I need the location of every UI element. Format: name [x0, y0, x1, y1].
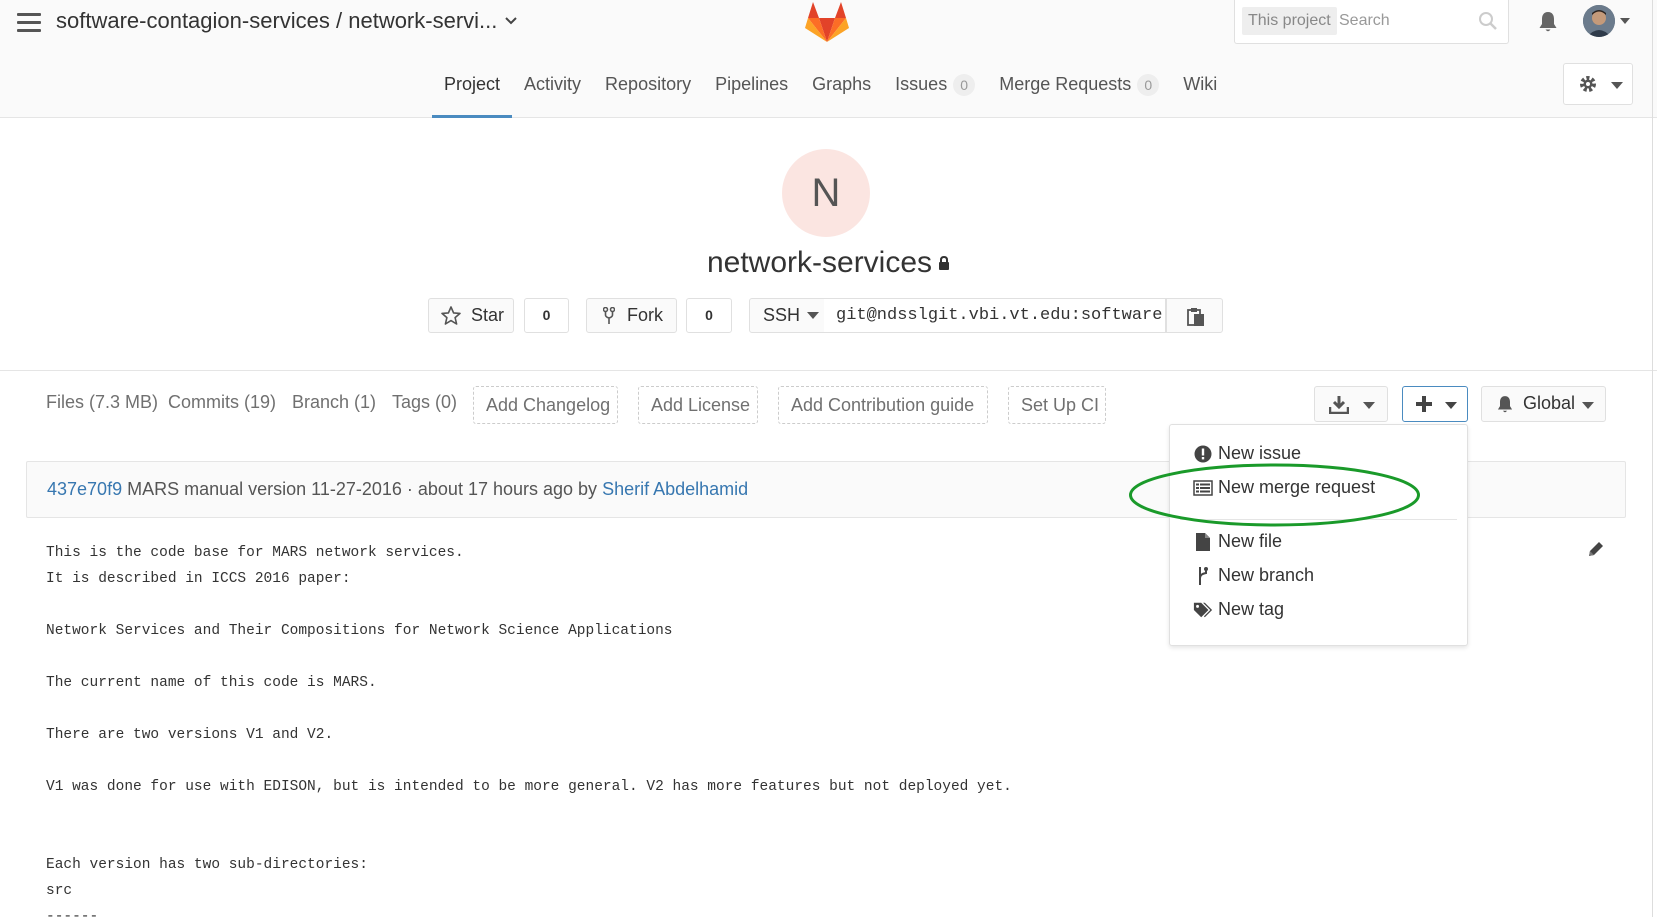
tags-link[interactable]: Tags (0) [392, 392, 457, 413]
fork-count[interactable]: 0 [686, 298, 732, 333]
new-issue-item[interactable]: New issue [1193, 443, 1301, 464]
user-avatar[interactable] [1583, 5, 1615, 37]
tab-graphs[interactable]: Graphs [800, 70, 883, 118]
download-button[interactable] [1314, 386, 1388, 422]
issues-count-badge: 0 [953, 74, 976, 96]
chevron-down-icon [1363, 402, 1375, 409]
project-title: network-services [0, 246, 1657, 280]
new-merge-request-item[interactable]: New merge request [1193, 477, 1375, 498]
branch-link[interactable]: Branch (1) [292, 392, 376, 413]
commits-link[interactable]: Commits (19) [168, 392, 276, 413]
lock-icon [938, 256, 950, 270]
search-icon[interactable] [1478, 11, 1498, 31]
readme-content: This is the code base for MARS network s… [46, 545, 1012, 917]
clone-protocol-label: SSH [763, 305, 801, 325]
star-icon [441, 306, 461, 325]
gear-icon [1578, 74, 1598, 94]
notification-level-button[interactable]: Global [1481, 386, 1606, 422]
chevron-down-icon [1611, 82, 1623, 89]
download-icon [1329, 396, 1349, 414]
chevron-down-icon [1582, 402, 1594, 409]
bell-icon [1495, 394, 1515, 415]
pencil-edit-icon[interactable] [1587, 540, 1605, 558]
commit-author-link[interactable]: Sherif Abdelhamid [602, 479, 748, 499]
tab-issues[interactable]: Issues 0 [883, 70, 987, 118]
branch-icon [1193, 566, 1213, 586]
new-item-button[interactable] [1402, 386, 1468, 422]
tab-repository[interactable]: Repository [593, 70, 703, 118]
tab-merge-requests[interactable]: Merge Requests 0 [987, 70, 1171, 118]
tab-wiki[interactable]: Wiki [1171, 70, 1229, 118]
star-count[interactable]: 0 [524, 298, 569, 333]
tab-activity[interactable]: Activity [512, 70, 593, 118]
fork-button[interactable]: Fork [586, 298, 677, 333]
notification-level-label: Global [1523, 393, 1576, 413]
scrollbar-track[interactable] [1652, 0, 1653, 917]
merge-requests-count-badge: 0 [1137, 74, 1160, 96]
fork-icon [603, 306, 615, 325]
project-avatar: N [782, 149, 870, 237]
project-settings-button[interactable] [1563, 63, 1633, 105]
search-input[interactable] [1339, 7, 1469, 35]
tab-project[interactable]: Project [432, 70, 513, 118]
plus-icon [1416, 396, 1432, 412]
clone-protocol-dropdown[interactable]: SSH [749, 298, 825, 333]
add-contribution-guide-button[interactable]: Add Contribution guide [778, 386, 988, 424]
project-breadcrumb-title[interactable]: software-contagion-services / network-se… [56, 8, 518, 34]
chevron-down-icon [1445, 402, 1457, 409]
star-label: Star [471, 305, 505, 325]
commit-sha-link[interactable]: 437e70f9 [47, 479, 122, 499]
new-tag-item[interactable]: New tag [1193, 599, 1284, 620]
notification-bell-icon[interactable] [1536, 10, 1560, 34]
gitlab-logo[interactable] [804, 0, 850, 44]
file-icon [1193, 532, 1213, 552]
list-alt-icon [1193, 479, 1213, 496]
fork-label: Fork [627, 305, 663, 325]
dropdown-divider [1180, 519, 1457, 520]
star-button[interactable]: Star [428, 298, 514, 333]
tags-icon [1193, 601, 1213, 619]
chevron-down-icon[interactable] [1620, 18, 1630, 24]
commit-summary: 437e70f9 MARS manual version 11-27-2016 … [47, 479, 748, 500]
project-nav: Project Activity Repository Pipelines Gr… [432, 70, 1229, 118]
search-box: This project [1234, 0, 1509, 44]
exclamation-circle-icon [1193, 445, 1213, 463]
search-scope-chip[interactable]: This project [1242, 7, 1337, 35]
breadcrumb-text: software-contagion-services / network-se… [56, 8, 498, 33]
files-link[interactable]: Files (7.3 MB) [46, 392, 158, 413]
commit-message: MARS manual version 11-27-2016 · about 1… [127, 479, 598, 499]
project-name: network-services [706, 246, 933, 279]
setup-ci-button[interactable]: Set Up CI [1008, 386, 1106, 424]
clone-url-field[interactable]: git@ndsslgit.vbi.vt.edu:software- [824, 298, 1166, 333]
chevron-down-icon [505, 17, 518, 25]
tab-pipelines[interactable]: Pipelines [703, 70, 800, 118]
section-divider [0, 370, 1657, 371]
hamburger-menu-icon[interactable] [17, 13, 41, 33]
new-item-dropdown: New issue New merge request New file New… [1169, 424, 1468, 646]
top-header: software-contagion-services / network-se… [0, 0, 1657, 118]
add-changelog-button[interactable]: Add Changelog [473, 386, 618, 424]
copy-url-button[interactable] [1166, 298, 1223, 333]
new-branch-item[interactable]: New branch [1193, 565, 1314, 586]
new-file-item[interactable]: New file [1193, 531, 1282, 552]
add-license-button[interactable]: Add License [638, 386, 758, 424]
chevron-down-icon [807, 312, 820, 319]
